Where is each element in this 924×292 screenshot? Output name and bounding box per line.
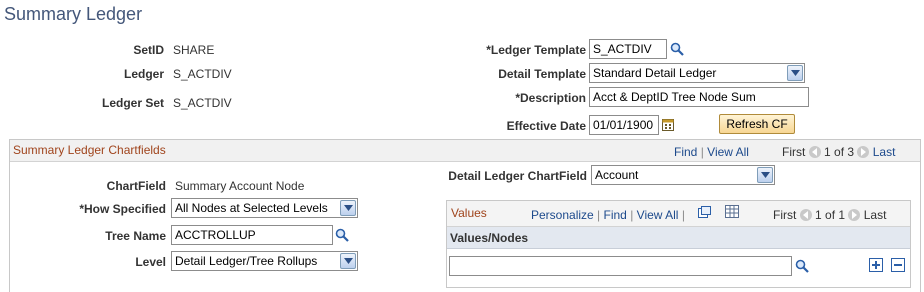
values-nodes-lookup-icon[interactable] (795, 259, 809, 273)
next-arrow-icon[interactable] (848, 209, 861, 221)
detail-template-selected: Standard Detail Ledger (593, 66, 717, 80)
download-grid-icon[interactable] (725, 205, 739, 218)
values-grid-pager: First 1 of 1 Last (773, 208, 886, 222)
ledger-label: Ledger (123, 67, 164, 81)
values-view-all-link[interactable]: View All (637, 208, 679, 222)
effective-date-label: Effective Date (506, 119, 586, 133)
calendar-icon[interactable] (662, 118, 674, 131)
detail-template-select[interactable]: Standard Detail Ledger (589, 63, 805, 83)
detail-ledger-chartfield-select[interactable]: Account (591, 165, 775, 185)
values-personalize-link[interactable]: Personalize (531, 208, 594, 222)
refresh-cf-button[interactable]: Refresh CF (719, 114, 795, 134)
chartfields-first-label: First (782, 145, 806, 159)
toolbar-separator: | (681, 208, 685, 222)
tree-name-input[interactable]: ACCTROLLUP (171, 225, 333, 245)
chartfields-section-title: Summary Ledger Chartfields (13, 143, 166, 157)
previous-arrow-icon[interactable] (799, 209, 812, 221)
effective-date-input[interactable]: 01/01/1900 (589, 115, 659, 135)
chevron-down-icon (757, 167, 773, 183)
setid-value: SHARE (173, 43, 215, 57)
ledger-value: S_ACTDIV (173, 67, 232, 81)
detail-ledger-chartfield-label: Detail Ledger ChartField (448, 169, 587, 183)
ledger-set-value: S_ACTDIV (173, 96, 232, 110)
detail-ledger-chartfield-selected: Account (595, 168, 639, 182)
chartfields-last-link[interactable]: Last (873, 145, 896, 159)
chartfield-value: Summary Account Node (175, 179, 305, 193)
chevron-down-icon (340, 253, 356, 269)
delete-row-button[interactable] (891, 258, 905, 272)
chartfields-find-link[interactable]: Find (674, 145, 697, 159)
level-select[interactable]: Detail Ledger/Tree Rollups (171, 251, 358, 271)
toolbar-separator: | (597, 208, 601, 222)
chartfields-nav: Find | View All (674, 145, 749, 159)
values-first-label: First (773, 208, 797, 222)
values-nodes-input[interactable] (449, 256, 792, 276)
detail-template-label: Detail Template (498, 67, 586, 81)
add-row-button[interactable] (869, 258, 883, 272)
values-nodes-column-header: Values/Nodes (450, 231, 529, 245)
values-last-label: Last (863, 208, 887, 222)
nav-separator: | (700, 145, 704, 159)
values-grid-toolbar: Personalize | Find | View All | (531, 208, 685, 222)
description-label: *Description (515, 91, 586, 105)
values-count: 1 of 1 (815, 208, 846, 222)
plus-icon (872, 261, 880, 269)
values-grid-title: Values (451, 206, 487, 220)
next-arrow-icon[interactable] (857, 146, 870, 158)
previous-arrow-icon[interactable] (808, 146, 821, 158)
new-window-icon[interactable] (698, 206, 711, 218)
chartfields-view-all-link[interactable]: View All (707, 145, 749, 159)
tree-name-label: Tree Name (105, 229, 166, 243)
how-specified-select[interactable]: All Nodes at Selected Levels (171, 198, 358, 218)
values-find-link[interactable]: Find (604, 208, 627, 222)
toolbar-separator: | (630, 208, 634, 222)
tree-name-lookup-icon[interactable] (335, 228, 349, 242)
description-input[interactable]: Acct & DeptID Tree Node Sum (589, 87, 809, 107)
chevron-down-icon (340, 200, 356, 216)
level-selected: Detail Ledger/Tree Rollups (175, 254, 318, 268)
how-specified-label: *How Specified (79, 202, 166, 216)
ledger-template-input[interactable]: S_ACTDIV (589, 39, 667, 59)
how-specified-selected: All Nodes at Selected Levels (175, 201, 328, 215)
ledger-template-label: *Ledger Template (486, 43, 586, 57)
ledger-set-label: Ledger Set (101, 96, 164, 110)
chartfield-label: ChartField (106, 179, 166, 193)
level-label: Level (135, 255, 166, 269)
minus-icon (894, 264, 902, 266)
chartfields-pager: First 1 of 3 Last (782, 145, 895, 159)
setid-label: SetID (133, 43, 164, 57)
chartfields-count: 1 of 3 (824, 145, 855, 159)
page-title: Summary Ledger (4, 4, 143, 24)
chevron-down-icon (787, 65, 803, 81)
ledger-template-lookup-icon[interactable] (670, 42, 684, 56)
